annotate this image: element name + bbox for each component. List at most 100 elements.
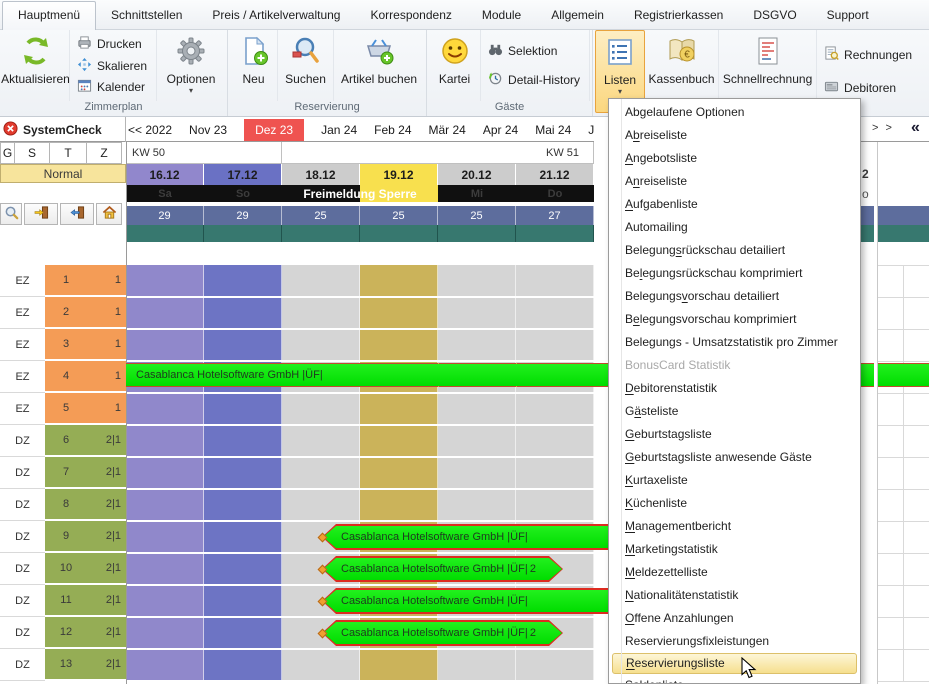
date-header-20.12[interactable]: 20.12 (438, 164, 516, 185)
optionen-button[interactable]: Optionen ▾ (157, 30, 225, 101)
menu-item-geburtstagsliste-anwesende-gäste[interactable]: Geburtstagsliste anwesende Gäste (609, 446, 860, 469)
month-nav-jan-24[interactable]: Jan 24 (321, 123, 357, 137)
chevron-down-icon: ▾ (189, 89, 193, 93)
detail-history-button[interactable]: Detail-History (485, 70, 583, 90)
aktualisieren-button[interactable]: Aktualisieren (2, 30, 70, 101)
room-row-9[interactable]: 92|1 (45, 521, 126, 553)
room-row-1[interactable]: 11 (45, 265, 126, 297)
menu-item-aufgabenliste[interactable]: Aufgabenliste (609, 193, 860, 216)
artikel-buchen-button[interactable]: Artikel buchen (334, 30, 424, 101)
category-row-normal[interactable]: Normal (0, 164, 126, 183)
menu-item-belegungsvorschau-komprimiert[interactable]: Belegungsvorschau komprimiert (609, 308, 860, 331)
menu-item-belegungsrückschau-komprimiert[interactable]: Belegungsrückschau komprimiert (609, 262, 860, 285)
neu-button[interactable]: Neu (230, 30, 278, 101)
room-number: 3 (45, 338, 87, 350)
grid-row-separator (126, 648, 594, 650)
month-nav--2022[interactable]: << 2022 (128, 123, 172, 137)
menu-item-belegungsrückschau-detailiert[interactable]: Belegungsrückschau detailiert (609, 239, 860, 262)
reservation-bar-room-10[interactable]: Casablanca Hotelsoftware GmbH |ÜF|2 (322, 556, 563, 582)
month-nav-m-r-24[interactable]: Mär 24 (429, 123, 466, 137)
menu-tab-dsgvo[interactable]: DSGVO (738, 2, 811, 29)
menu-tab-hauptmen-[interactable]: Hauptmenü (2, 1, 96, 30)
day-name-mi: Mi (438, 185, 516, 202)
search-icon-button[interactable] (0, 203, 22, 225)
date-header-21.12[interactable]: 21.12 (516, 164, 594, 185)
kartei-button[interactable]: Kartei (429, 30, 481, 101)
zimmerplan-small-buttons: Drucken Skalieren Kalender (70, 30, 157, 101)
menu-item-belegungsvorschau-detailiert[interactable]: Belegungsvorschau detailiert (609, 285, 860, 308)
room-occupancy: 2|1 (106, 594, 121, 606)
menu-tab-preis-artikelverwaltung[interactable]: Preis / Artikelverwaltung (197, 2, 355, 29)
menu-item-nationalitätenstatistik[interactable]: Nationalitätenstatistik (609, 584, 860, 607)
menu-item-angebotsliste[interactable]: Angebotsliste (609, 147, 860, 170)
menu-item-marketingstatistik[interactable]: Marketingstatistik (609, 538, 860, 561)
reservation-bar-fill: Casablanca Hotelsoftware GmbH |ÜF|2 (323, 622, 562, 644)
menu-tab-schnittstellen[interactable]: Schnittstellen (96, 2, 197, 29)
menu-item-abgelaufene-optionen[interactable]: Abgelaufene Optionen (609, 101, 860, 124)
reservation-bar-room-12[interactable]: Casablanca Hotelsoftware GmbH |ÜF|2 (322, 620, 563, 646)
day-name-so: So (204, 185, 282, 202)
room-row-10[interactable]: 102|1 (45, 553, 126, 585)
menu-item-automailing[interactable]: Automailing (609, 216, 860, 239)
menu-tab-registrierkassen[interactable]: Registrierkassen (619, 2, 738, 29)
menu-item-abreiseliste[interactable]: Abreiseliste (609, 124, 860, 147)
grid-row-separator (126, 616, 594, 618)
room-row-3[interactable]: 31 (45, 329, 126, 361)
door-out-icon-button[interactable] (60, 203, 94, 225)
room-row-2[interactable]: 21 (45, 297, 126, 329)
drucken-label: Drucken (97, 37, 142, 51)
menu-tab-allgemein[interactable]: Allgemein (536, 2, 619, 29)
availability-count-19.12: 25 (360, 206, 438, 225)
skalieren-button[interactable]: Skalieren (74, 56, 150, 76)
home-icon-button[interactable] (96, 203, 122, 225)
selektion-button[interactable]: Selektion (485, 41, 583, 61)
rechnungen-button[interactable]: Rechnungen (821, 45, 915, 65)
date-header-19.12[interactable]: 19.12 (360, 164, 438, 185)
pane-divider-line (877, 142, 878, 684)
list-icon (605, 37, 635, 70)
scroll-months-forward[interactable]: > > (872, 122, 894, 134)
suchen-button[interactable]: Suchen (278, 30, 334, 101)
menu-item-saldenliste[interactable]: Saldenliste (609, 674, 860, 684)
systemcheck-tab[interactable]: SystemCheck (0, 117, 126, 142)
close-icon[interactable] (3, 121, 18, 139)
room-row-13[interactable]: 132|1 (45, 649, 126, 681)
door-in-icon-button[interactable] (24, 203, 58, 225)
menu-item-anreiseliste[interactable]: Anreiseliste (609, 170, 860, 193)
collapse-panel-icon[interactable]: « (911, 119, 920, 137)
menu-item-küchenliste[interactable]: Küchenliste (609, 492, 860, 515)
month-nav-apr-24[interactable]: Apr 24 (483, 123, 518, 137)
menu-tab-support[interactable]: Support (812, 2, 884, 29)
menu-item-managementbericht[interactable]: Managementbericht (609, 515, 860, 538)
drucken-button[interactable]: Drucken (74, 34, 150, 54)
date-header-18.12[interactable]: 18.12 (282, 164, 360, 185)
kalender-button[interactable]: Kalender (74, 77, 150, 97)
room-row-8[interactable]: 82|1 (45, 489, 126, 521)
month-nav-feb-24[interactable]: Feb 24 (374, 123, 411, 137)
debitoren-button[interactable]: Debitoren (821, 78, 915, 98)
quick-invoice-icon (753, 36, 783, 69)
month-nav-nov-23[interactable]: Nov 23 (189, 123, 227, 137)
room-row-7[interactable]: 72|1 (45, 457, 126, 489)
menu-item-offene-anzahlungen[interactable]: Offene Anzahlungen (609, 607, 860, 630)
room-row-4[interactable]: 41 (45, 361, 126, 393)
menu-item-geburtstagsliste[interactable]: Geburtstagsliste (609, 423, 860, 446)
month-nav-mai-24[interactable]: Mai 24 (535, 123, 571, 137)
menu-tab-module[interactable]: Module (467, 2, 536, 29)
date-header-16.12[interactable]: 16.12 (126, 164, 204, 185)
menu-item-belegungs-umsatzstatistik-pro-zimmer[interactable]: Belegungs - Umsatzstatistik pro Zimmer (609, 331, 860, 354)
month-nav-dez-23[interactable]: Dez 23 (244, 119, 304, 141)
room-row-12[interactable]: 122|1 (45, 617, 126, 649)
room-row-6[interactable]: 62|1 (45, 425, 126, 457)
menu-item-gästeliste[interactable]: Gästeliste (609, 400, 860, 423)
date-header-17.12[interactable]: 17.12 (204, 164, 282, 185)
menu-item-reservierungsfixleistungen[interactable]: Reservierungsfixleistungen (609, 630, 860, 653)
menu-item-kurtaxeliste[interactable]: Kurtaxeliste (609, 469, 860, 492)
menu-item-meldezettelliste[interactable]: Meldezettelliste (609, 561, 860, 584)
menu-tab-korrespondenz[interactable]: Korrespondenz (355, 2, 466, 29)
room-row-5[interactable]: 51 (45, 393, 126, 425)
menu-item-debitorenstatistik[interactable]: Debitorenstatistik (609, 377, 860, 400)
menu-item-reservierungsliste[interactable]: Reservierungsliste (612, 653, 857, 674)
panel-header-z: Z (87, 142, 122, 164)
room-row-11[interactable]: 112|1 (45, 585, 126, 617)
